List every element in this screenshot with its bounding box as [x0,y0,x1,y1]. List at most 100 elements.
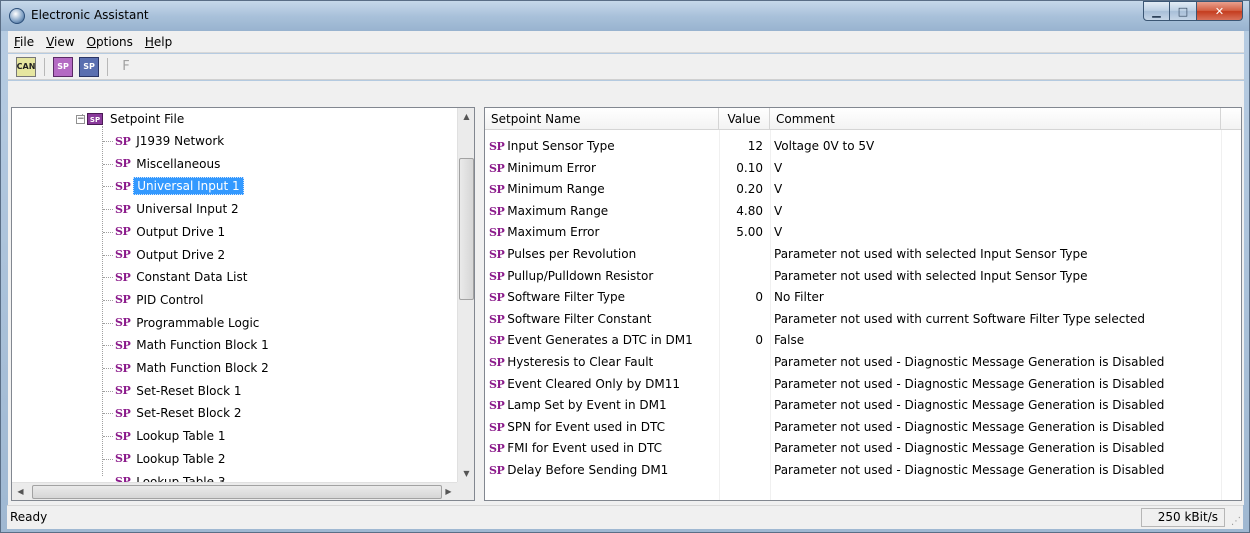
tree-hscroll-thumb[interactable] [32,485,442,499]
collapse-icon[interactable]: − [76,114,85,124]
tree-item-label: J1939 Network [136,134,225,148]
menu-help[interactable]: Help [139,35,178,49]
scroll-down-icon[interactable]: ▼ [458,465,475,482]
can-connect-button[interactable]: CAN [16,56,36,77]
table-row[interactable]: SP Pulses per Revolution Parameter not use… [485,244,1241,266]
tree-item[interactable]: SP Constant Data List [115,266,250,288]
maximize-button[interactable]: □ [1170,1,1197,21]
save-setpoint-button[interactable]: SP [79,56,99,77]
toolbar-separator [107,57,108,76]
table-row[interactable]: SP SPN for Event used in DTC Parameter not… [485,417,1241,439]
tree-item[interactable]: SP Lookup Table 3 [115,471,228,483]
setpoint-name-cell: SP FMI for Event used in DTC [485,438,718,459]
table-row[interactable]: SP Maximum Range 4.80 V [485,201,1241,223]
title-bar[interactable]: Electronic Assistant ▁ □ ✕ [1,1,1249,31]
column-header-value[interactable]: Value [719,108,770,130]
tree-item[interactable]: SP Output Drive 1 [115,221,228,243]
pane-splitter[interactable] [476,107,484,501]
setpoint-name-cell: SP Maximum Range [485,201,718,222]
tree-item[interactable]: SP Math Function Block 2 [115,357,272,379]
tree-item-label: Universal Input 2 [136,202,239,217]
scroll-left-icon[interactable]: ◀ [12,483,29,501]
tree-item[interactable]: SP Programmable Logic [115,312,262,334]
flash-button[interactable]: F [116,57,136,77]
tree-item[interactable]: SP PID Control [115,289,206,311]
scroll-up-icon[interactable]: ▲ [458,108,475,125]
table-row[interactable]: SP Hysteresis to Clear Fault Parameter not… [485,352,1241,374]
setpoint-icon: SP [489,377,505,391]
setpoint-value-cell[interactable]: 5.00 [719,222,769,243]
table-row[interactable]: SP Software Filter Constant Parameter not … [485,309,1241,331]
table-row[interactable]: SP Minimum Range 0.20 V [485,179,1241,201]
setpoint-icon: SP [489,161,505,175]
table-row[interactable]: SP Event Generates a DTC in DM1 0 False [485,330,1241,352]
tree-item-label: Math Function Block 2 [136,361,269,375]
tree-item-label: Universal Input 1 [133,177,244,196]
column-header-comment[interactable]: Comment [770,108,1221,130]
open-setpoint-button[interactable]: SP [53,56,73,77]
setpoint-comment-cell: No Filter [774,290,824,305]
table-row[interactable]: SP Software Filter Type 0 No Filter [485,287,1241,309]
tree-line [103,299,113,301]
tree-item[interactable]: SP Universal Input 2 [115,198,242,220]
tree-horizontal-scrollbar[interactable]: ◀ ▶ [12,482,457,500]
setpoint-value-cell[interactable] [719,374,769,395]
scroll-right-icon[interactable]: ▶ [440,483,457,501]
setpoint-name: Minimum Error [507,160,596,175]
menu-options[interactable]: Options [81,35,139,49]
menu-view[interactable]: View [40,35,80,49]
table-row[interactable]: SP Pullup/Pulldown Resistor Parameter not … [485,266,1241,288]
setpoint-value-cell[interactable] [719,244,769,265]
setpoint-value-cell[interactable]: 0 [719,287,769,308]
tree-item[interactable]: SP Math Function Block 1 [115,334,272,356]
tree-item[interactable]: SP Miscellaneous [115,153,223,175]
setpoint-value-cell[interactable] [719,352,769,373]
app-icon[interactable] [9,8,25,24]
setpoint-value-cell[interactable] [719,395,769,416]
tree-line [103,322,113,324]
setpoint-group-icon: SP [115,270,131,284]
menu-file[interactable]: File [8,35,40,49]
tree-item[interactable]: SP Lookup Table 2 [115,448,228,470]
table-row[interactable]: SP Input Sensor Type 12 Voltage 0V to 5V [485,136,1241,158]
table-row[interactable]: SP Delay Before Sending DM1 Parameter not … [485,460,1241,482]
close-button[interactable]: ✕ [1197,1,1243,21]
setpoint-name: Input Sensor Type [507,139,615,153]
minimize-button[interactable]: ▁ [1143,1,1170,21]
setpoint-value-cell[interactable]: 0.10 [719,158,769,179]
table-row[interactable]: SP Maximum Error 5.00 V [485,222,1241,244]
tree-item-label: Programmable Logic [136,315,260,330]
tree-item[interactable]: SP Lookup Table 1 [115,425,228,447]
setpoint-icon: SP [489,399,505,413]
tree-root[interactable]: − SP Setpoint File [76,108,187,130]
setpoint-value-cell[interactable] [719,266,769,287]
setpoint-name-cell: SP Software Filter Type [485,287,718,308]
tree-item[interactable]: SP Universal Input 1 [115,175,244,197]
table-row[interactable]: SP FMI for Event used in DTC Parameter not… [485,438,1241,460]
tree-vertical-scrollbar[interactable]: ▲ ▼ [457,108,474,482]
menu-bar: File View Options Help [8,31,1244,53]
tree-item[interactable]: SP Set-Reset Block 1 [115,380,245,402]
setpoint-value-cell[interactable]: 12 [719,136,769,157]
setpoint-value-cell[interactable] [719,438,769,459]
table-row[interactable]: SP Event Cleared Only by DM11 Parameter no… [485,374,1241,396]
setpoint-value-cell[interactable] [719,309,769,330]
setpoint-icon: SP [489,183,505,197]
setpoint-tree[interactable]: − SP Setpoint File SP J1939 Network SP Misc… [12,108,457,482]
setpoint-value-cell[interactable] [719,460,769,481]
tree-item[interactable]: SP Output Drive 2 [115,244,228,266]
resize-grip-icon[interactable]: ⋰ [1231,516,1241,527]
table-row[interactable]: SP Minimum Error 0.10 V [485,158,1241,180]
setpoint-icon: SP [489,464,505,477]
tree-item[interactable]: SP Set-Reset Block 2 [115,402,245,424]
setpoint-value-cell[interactable]: 0.20 [719,179,769,200]
setpoint-value-cell[interactable]: 4.80 [719,201,769,222]
setpoint-value-cell[interactable]: 0 [719,330,769,351]
tree-vscroll-thumb[interactable] [459,158,474,300]
tree-root-label: Setpoint File [110,112,185,126]
table-row[interactable]: SP Lamp Set by Event in DM1 Parameter not … [485,395,1241,417]
column-header-name[interactable]: Setpoint Name [485,108,719,130]
tree-item[interactable]: SP J1939 Network [115,130,227,152]
setpoint-value-cell[interactable] [719,417,769,438]
setpoint-comment-cell: False [774,333,805,348]
